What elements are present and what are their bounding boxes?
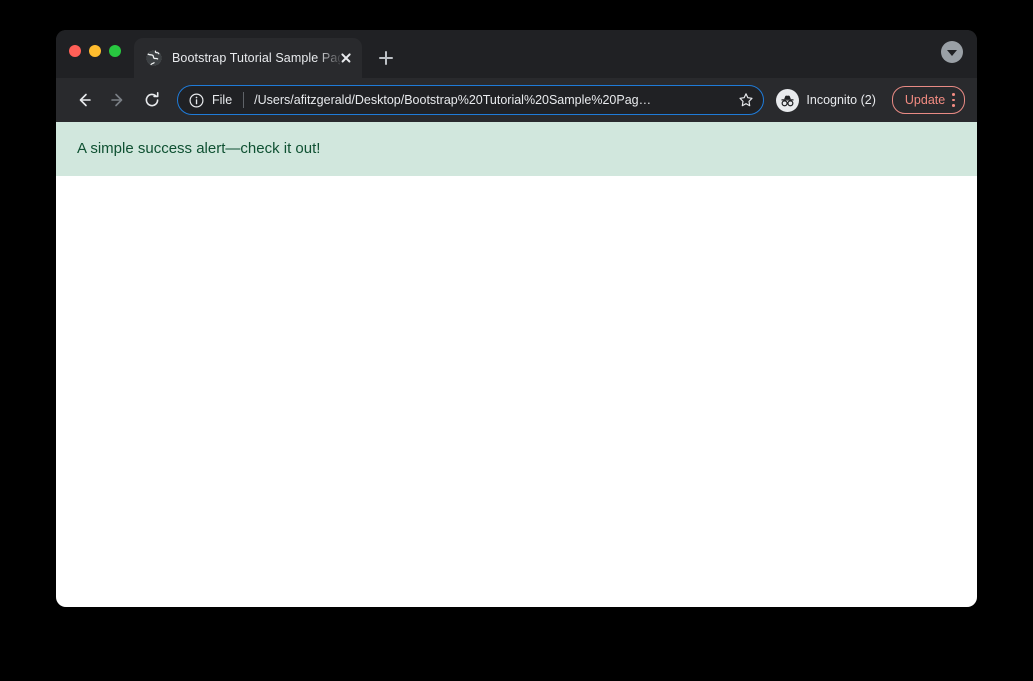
arrow-left-icon[interactable]	[70, 86, 98, 114]
chevron-down-glyph	[947, 49, 957, 56]
close-icon[interactable]	[336, 48, 356, 68]
tab-strip: Bootstrap Tutorial Sample Page	[56, 30, 977, 78]
plus-icon[interactable]	[372, 44, 400, 72]
dot	[952, 93, 955, 97]
update-button[interactable]: Update	[891, 86, 965, 114]
globe-icon	[146, 50, 162, 66]
incognito-label: Incognito (2)	[806, 93, 876, 107]
incognito-icon	[776, 88, 800, 112]
dot	[952, 103, 955, 107]
chevron-down-icon[interactable]	[941, 41, 963, 63]
incognito-indicator[interactable]: Incognito (2)	[773, 86, 885, 114]
reload-icon[interactable]	[138, 86, 166, 114]
address-bar-url-text[interactable]: /Users/afitzgerald/Desktop/Bootstrap%20T…	[254, 93, 729, 107]
arrow-right-icon[interactable]	[104, 86, 132, 114]
success-alert: A simple success alert—check it out!	[56, 122, 977, 177]
tab-bootstrap-tutorial-sample-page[interactable]: Bootstrap Tutorial Sample Page	[134, 38, 362, 78]
browser-window: Bootstrap Tutorial Sample Page File /Use…	[56, 30, 977, 607]
browser-toolbar: File /Users/afitzgerald/Desktop/Bootstra…	[56, 78, 977, 122]
tab-title: Bootstrap Tutorial Sample Page	[172, 51, 340, 65]
address-bar-divider	[243, 92, 245, 108]
dot	[952, 98, 955, 102]
window-maximize-button[interactable]	[109, 45, 121, 57]
window-minimize-button[interactable]	[89, 45, 101, 57]
address-bar[interactable]: File /Users/afitzgerald/Desktop/Bootstra…	[177, 85, 765, 115]
address-bar-scheme-label: File	[212, 93, 233, 107]
update-button-label: Update	[904, 93, 946, 107]
page-viewport: A simple success alert—check it out!	[56, 122, 977, 607]
window-close-button[interactable]	[69, 45, 81, 57]
info-circle-icon[interactable]	[189, 92, 204, 108]
three-dots-vertical-icon[interactable]	[952, 93, 955, 107]
star-icon[interactable]	[733, 87, 759, 113]
window-traffic-lights	[69, 45, 121, 57]
